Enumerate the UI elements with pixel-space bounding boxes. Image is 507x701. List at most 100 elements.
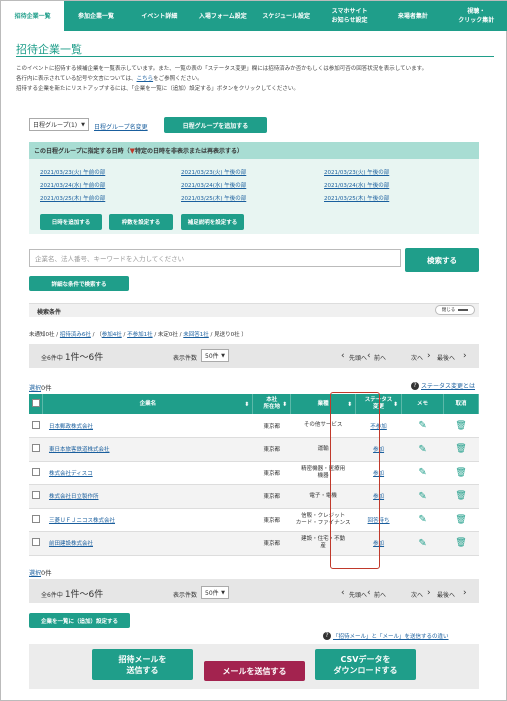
nav-first-link[interactable]: 先頭へ <box>349 353 367 362</box>
status-link-unanswered[interactable]: 未回答1社 <box>183 332 209 338</box>
chevron-right-icon[interactable]: › <box>463 588 467 598</box>
group-rename-link[interactable]: 日程グループ名変更 <box>94 122 148 131</box>
advanced-search-button[interactable]: 詳細な条件で検索する <box>29 276 129 291</box>
column-header-6[interactable]: 取消 <box>443 394 480 414</box>
schedule-date-link[interactable]: 2021/03/23(火) 午前の部 <box>40 168 105 176</box>
tab-8[interactable]: 視聴・ クリック集計 <box>445 1 507 31</box>
add-company-button[interactable]: 企業を一覧に（追加）設定する <box>29 613 130 628</box>
trash-icon[interactable]: 🗑 <box>455 444 466 454</box>
tab-3[interactable]: イベント詳細 <box>128 1 191 31</box>
status-link-declined[interactable]: 不参加1社 <box>127 332 153 338</box>
per-page-label-2: 表示件数 <box>173 592 198 599</box>
company-name-link[interactable]: 東日本旅客鉄道株式会社 <box>49 447 110 453</box>
trash-icon[interactable]: 🗑 <box>455 491 466 501</box>
column-header-1[interactable]: 企業名 ⬍ <box>42 394 254 414</box>
send-mail-button[interactable]: メールを送信する <box>204 661 305 681</box>
row-checkbox-cell <box>29 414 43 438</box>
company-name-link[interactable]: 前田建設株式会社 <box>49 541 93 547</box>
selected-link[interactable]: 選択 <box>29 385 41 392</box>
status-link-invited[interactable]: 招待済み6社 <box>60 332 91 338</box>
nav-next-link[interactable]: 次へ <box>411 590 423 599</box>
tab-5[interactable]: スケジュール設定 <box>255 1 318 31</box>
sort-icon[interactable]: ⬍ <box>282 401 287 408</box>
status-help[interactable]: ? ステータス変更とは <box>411 381 475 390</box>
nav-next-link[interactable]: 次へ <box>411 353 423 362</box>
tab-1[interactable]: 招待企業一覧 <box>1 1 65 31</box>
per-page-select[interactable]: 50件 ▼ <box>201 349 229 362</box>
trash-icon[interactable]: 🗑 <box>455 538 466 548</box>
company-name-link[interactable]: 株式会社日立製作所 <box>49 494 99 500</box>
search-input[interactable]: 企業名、法人番号、キーワードを入力してください <box>29 249 401 267</box>
row-checkbox-cell <box>29 531 43 556</box>
row-checkbox[interactable] <box>31 420 40 429</box>
help-link[interactable]: こちら <box>137 76 154 82</box>
count-range-2: 1件～6件 <box>64 590 104 600</box>
schedule-date-link[interactable]: 2021/03/23(火) 午後の部 <box>181 168 246 176</box>
selected-link-bottom[interactable]: 選択 <box>29 570 41 577</box>
select-all-checkbox[interactable] <box>31 399 40 407</box>
nav-first-link[interactable]: 先頭へ <box>349 590 367 599</box>
company-name-link[interactable]: 株式会社ディスコ <box>49 471 93 477</box>
schedule-group-select[interactable]: 日程グループ(1) ▼ <box>29 118 89 131</box>
add-date-button[interactable]: 日時を追加する <box>40 214 102 230</box>
set-slots-button[interactable]: 枠数を設定する <box>109 214 173 230</box>
per-page-select-bottom[interactable]: 50件 ▼ <box>201 586 229 599</box>
pencil-icon[interactable]: ✎ <box>418 467 426 478</box>
status-help-link[interactable]: ステータス変更とは <box>421 381 475 390</box>
table-row: 三菱ＵＦＪニコス株式会社 東京都 信販・クレジット カード・ファイナンス 回答待ち ✎ 🗑 <box>29 508 479 532</box>
tab-6[interactable]: スマホサイト お知らせ設定 <box>318 1 381 31</box>
row-checkbox[interactable] <box>31 514 40 523</box>
header-label: 業種 <box>317 400 329 407</box>
schedule-date-link[interactable]: 2021/03/25(木) 午前の部 <box>40 194 105 202</box>
mail-help-link[interactable]: 「招待メール」と「メール」を送信するの違い <box>333 632 449 640</box>
company-name-cell: 日本郵政株式会社 <box>42 414 253 438</box>
chevron-left-icon[interactable]: ‹ <box>341 351 345 361</box>
trash-icon[interactable]: 🗑 <box>455 421 466 431</box>
schedule-date-link[interactable]: 2021/03/25(木) 午後の部 <box>181 194 246 202</box>
tab-7[interactable]: 来場者集計 <box>381 1 444 31</box>
company-name-link[interactable]: 三菱ＵＦＪニコス株式会社 <box>49 518 115 524</box>
row-checkbox[interactable] <box>31 538 40 547</box>
status-link-joined[interactable]: 参加4社 <box>102 332 122 338</box>
pencil-icon[interactable]: ✎ <box>418 491 426 502</box>
tab-4[interactable]: 入場フォーム設定 <box>191 1 254 31</box>
schedule-date-link[interactable]: 2021/03/24(水) 午前の部 <box>40 181 105 189</box>
set-note-button[interactable]: 補足説明を設定する <box>181 214 244 230</box>
nav-prev-link[interactable]: 前へ <box>374 590 386 599</box>
row-checkbox[interactable] <box>31 467 40 476</box>
search-button[interactable]: 検索する <box>405 248 479 272</box>
row-checkbox[interactable] <box>31 491 40 500</box>
trash-icon[interactable]: 🗑 <box>455 515 466 525</box>
pencil-icon[interactable]: ✎ <box>418 420 426 431</box>
tab-2[interactable]: 参加企業一覧 <box>64 1 127 31</box>
sort-icon[interactable]: ⬍ <box>244 401 249 408</box>
status-text: 未通知0社 / <box>29 332 60 338</box>
conditions-toggle[interactable]: 閉じる <box>435 305 475 315</box>
title-divider <box>16 56 494 57</box>
sort-icon[interactable]: ⬍ <box>393 401 398 408</box>
trash-icon[interactable]: 🗑 <box>455 468 466 478</box>
company-name-cell: 東日本旅客鉄道株式会社 <box>42 437 253 462</box>
nav-prev-link[interactable]: 前へ <box>374 353 386 362</box>
mail-help[interactable]: ? 「招待メール」と「メール」を送信するの違い <box>323 632 449 640</box>
chevron-left-icon[interactable]: ‹ <box>341 588 345 598</box>
csv-download-button[interactable]: CSVデータを ダウンロードする <box>315 649 416 680</box>
pencil-icon[interactable]: ✎ <box>418 514 426 525</box>
company-name-cell: 株式会社ディスコ <box>42 461 253 485</box>
send-invite-mail-button[interactable]: 招待メールを 送信する <box>92 649 193 680</box>
header-checkbox-cell[interactable] <box>29 394 44 414</box>
row-checkbox[interactable] <box>31 444 40 453</box>
column-header-5[interactable]: メモ <box>401 394 444 414</box>
pencil-icon[interactable]: ✎ <box>418 538 426 549</box>
chevron-right-icon[interactable]: › <box>463 351 467 361</box>
column-header-2[interactable]: 本社 所在地 ⬍ <box>252 394 292 414</box>
nav-last-link[interactable]: 最後へ <box>437 590 455 599</box>
pencil-icon[interactable]: ✎ <box>418 444 426 455</box>
schedule-date-link[interactable]: 2021/03/25(木) 午後の部 <box>324 194 389 202</box>
nav-last-link[interactable]: 最後へ <box>437 353 455 362</box>
schedule-date-link[interactable]: 2021/03/24(水) 午後の部 <box>324 181 389 189</box>
add-group-button[interactable]: 日程グループを追加する <box>164 117 267 133</box>
schedule-date-link[interactable]: 2021/03/24(水) 午後の部 <box>181 181 246 189</box>
company-name-link[interactable]: 日本郵政株式会社 <box>49 424 93 430</box>
schedule-date-link[interactable]: 2021/03/23(火) 午後の部 <box>324 168 389 176</box>
